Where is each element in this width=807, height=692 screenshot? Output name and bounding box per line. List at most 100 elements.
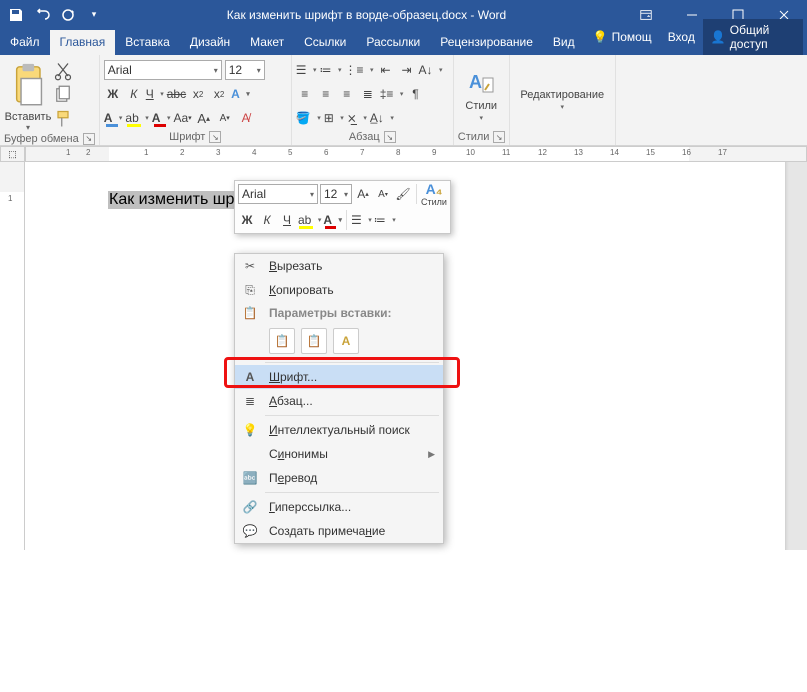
save-button[interactable] <box>4 3 28 27</box>
grow-font-button[interactable]: A▴ <box>195 108 213 128</box>
bold-button[interactable]: Ж <box>104 84 122 104</box>
increase-indent-button[interactable]: ⇥ <box>398 60 416 80</box>
mini-underline[interactable]: Ч <box>278 210 296 230</box>
redo-button[interactable] <box>56 3 80 27</box>
para-sort-button[interactable]: ⨯̲ <box>347 108 367 128</box>
ruler-vertical[interactable]: 1 <box>0 162 25 550</box>
translate-icon: 🔤 <box>241 469 259 487</box>
tell-me[interactable]: 💡Помощ <box>585 26 660 48</box>
group-paragraph: ☰ ≔ ⋮≡ ⇤ ⇥ A↓ ≡ ≡ ≡ ≣ ‡≡ ¶ 🪣 ⊞ ⨯̲ A̲↓ <box>292 55 454 145</box>
ruler-horizontal[interactable]: ⬚ 1 2 1 2 3 4 5 6 7 8 9 10 11 12 13 14 1… <box>0 146 807 162</box>
decrease-indent-button[interactable]: ⇤ <box>377 60 395 80</box>
clipboard-dialog-launcher[interactable]: ↘ <box>83 133 95 145</box>
font-color-button[interactable]: A <box>104 108 123 128</box>
tab-references[interactable]: Ссылки <box>294 30 356 55</box>
mini-styles[interactable]: A₄Стили <box>421 184 447 204</box>
ruler-corner[interactable]: ⬚ <box>0 146 25 162</box>
font-a-icon: A <box>241 368 259 386</box>
ctx-paste-options: 📋 📋 A <box>235 324 443 360</box>
mini-bold[interactable]: Ж <box>238 210 256 230</box>
document-title: Как изменить шрифт в ворде-образец.docx … <box>110 8 623 22</box>
multilevel-button[interactable]: ⋮≡ <box>345 60 374 80</box>
paragraph-dialog-launcher[interactable]: ↘ <box>384 131 396 143</box>
copy-icon: ⎘ <box>241 281 259 299</box>
tab-view[interactable]: Вид <box>543 30 585 55</box>
subscript-button[interactable]: x2 <box>189 84 207 104</box>
mini-font-color[interactable]: A <box>323 210 342 230</box>
superscript-button[interactable]: x2 <box>210 84 228 104</box>
align-right-button[interactable]: ≡ <box>338 84 356 104</box>
paste-merge[interactable]: 📋 <box>301 328 327 354</box>
ctx-new-comment[interactable]: 💬 Создать примечание <box>235 519 443 543</box>
show-marks-button[interactable]: ¶ <box>406 84 424 104</box>
align-left-button[interactable]: ≡ <box>296 84 314 104</box>
bullets-button[interactable]: ☰ <box>296 60 317 80</box>
mini-format-painter[interactable]: 🖌 <box>394 184 412 204</box>
tab-review[interactable]: Рецензирование <box>430 30 543 55</box>
scissors-icon: ✂ <box>241 257 259 275</box>
tab-home[interactable]: Главная <box>50 30 116 55</box>
ctx-copy[interactable]: ⎘ Копировать <box>235 278 443 302</box>
ctx-translate[interactable]: 🔤 Перевод <box>235 466 443 490</box>
align-center-button[interactable]: ≡ <box>317 84 335 104</box>
comment-icon: 💬 <box>241 522 259 540</box>
underline-button[interactable]: Ч <box>146 84 164 104</box>
font-size-combo[interactable]: 12▾ <box>225 60 265 80</box>
justify-button[interactable]: ≣ <box>359 84 377 104</box>
qat-customize[interactable]: ▾ <box>82 3 106 27</box>
clear-formatting-button[interactable]: A̸ <box>237 108 255 128</box>
shading-button[interactable]: 🪣 <box>296 108 321 128</box>
mini-italic[interactable]: К <box>258 210 276 230</box>
lightbulb-icon: 💡 <box>241 421 259 439</box>
mini-shrink-font[interactable]: A▾ <box>374 184 392 204</box>
group-font: Arial▾ 12▾ Ж К Ч abc x2 x2 A A ab A Aa▾ … <box>100 55 292 145</box>
ctx-cut[interactable]: ✂ Вырезать <box>235 254 443 278</box>
tab-file[interactable]: Файл <box>0 30 50 55</box>
styles-dialog-launcher[interactable]: ↘ <box>493 131 504 143</box>
shrink-font-button[interactable]: A▾ <box>216 108 234 128</box>
group-clipboard: Вставить ▾ Буфер обмена↘ <box>0 55 100 145</box>
tab-design[interactable]: Дизайн <box>180 30 240 55</box>
tab-layout[interactable]: Макет <box>240 30 294 55</box>
mini-font-size[interactable]: 12▾ <box>320 184 352 204</box>
text-effects-button[interactable]: A <box>231 84 250 104</box>
strikethrough-button[interactable]: abc <box>167 84 186 104</box>
share-button[interactable]: 👤Общий доступ <box>703 19 803 55</box>
ctx-font[interactable]: A Шрифт... <box>235 365 443 389</box>
highlight-button[interactable]: ab <box>125 108 148 128</box>
group-editing: Редактирование ▾ <box>510 55 616 145</box>
cut-button[interactable] <box>53 61 73 81</box>
change-case-button[interactable]: Aa▾ <box>173 108 191 128</box>
italic-button[interactable]: К <box>125 84 143 104</box>
borders-button[interactable]: ⊞ <box>324 108 344 128</box>
ctx-synonyms[interactable]: Синонимы ▶ <box>235 442 443 466</box>
mini-highlight[interactable]: ab <box>298 210 321 230</box>
tab-insert[interactable]: Вставка <box>115 30 180 55</box>
para-other-button[interactable]: A̲↓ <box>370 108 394 128</box>
sort-button[interactable]: A↓ <box>419 60 443 80</box>
paste-text-only[interactable]: A <box>333 328 359 354</box>
font-dialog-launcher[interactable]: ↘ <box>209 131 221 143</box>
sign-in[interactable]: Вход <box>660 26 703 48</box>
mini-font-name[interactable]: Arial▾ <box>238 184 318 204</box>
editing-button[interactable]: Редактирование ▾ <box>514 89 610 111</box>
ctx-hyperlink[interactable]: 🔗 Гиперссылка... <box>235 495 443 519</box>
mini-grow-font[interactable]: A▴ <box>354 184 372 204</box>
ctx-smart-lookup[interactable]: 💡 Интеллектуальный поиск <box>235 418 443 442</box>
paste-button[interactable]: Вставить ▾ <box>5 61 52 132</box>
mini-bullets[interactable]: ☰ <box>351 210 372 230</box>
person-icon: 👤 <box>711 30 726 44</box>
paragraph-icon: ≣ <box>241 392 259 410</box>
undo-button[interactable] <box>30 3 54 27</box>
font-name-combo[interactable]: Arial▾ <box>104 60 222 80</box>
tab-mailings[interactable]: Рассылки <box>356 30 430 55</box>
styles-button[interactable]: A Стили ▾ <box>458 66 505 122</box>
mini-numbering[interactable]: ≔ <box>374 210 396 230</box>
numbering-button[interactable]: ≔ <box>320 60 342 80</box>
ctx-paragraph[interactable]: ≣ Абзац... <box>235 389 443 413</box>
line-spacing-button[interactable]: ‡≡ <box>380 84 404 104</box>
font-fill-button[interactable]: A <box>152 108 171 128</box>
paste-keep-source[interactable]: 📋 <box>269 328 295 354</box>
format-painter-button[interactable] <box>53 109 73 129</box>
copy-button[interactable] <box>53 85 73 105</box>
